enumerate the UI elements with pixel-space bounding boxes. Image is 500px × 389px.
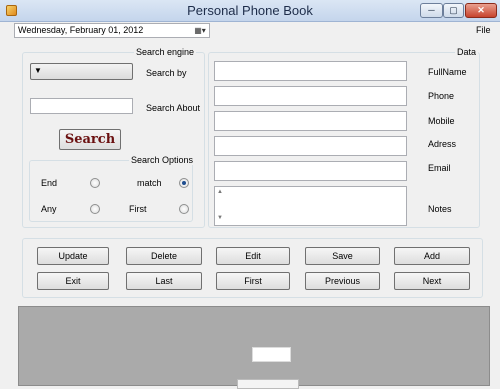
option-end-radio[interactable]	[90, 178, 100, 188]
calendar-dropdown-icon[interactable]: ▦▾	[191, 25, 209, 37]
add-button[interactable]: Add	[394, 247, 470, 265]
option-any-label: Any	[41, 204, 57, 214]
search-by-label: Search by	[146, 68, 187, 78]
next-button[interactable]: Next	[394, 272, 470, 290]
email-label: Email	[428, 163, 451, 173]
save-button[interactable]: Save	[305, 247, 380, 265]
option-first-label: First	[129, 204, 147, 214]
data-title: Data	[455, 47, 479, 57]
mobile-field[interactable]	[214, 111, 407, 131]
adress-field[interactable]	[214, 136, 407, 156]
option-any-radio[interactable]	[90, 204, 100, 214]
search-about-input[interactable]	[30, 98, 133, 114]
exit-button[interactable]: Exit	[37, 272, 109, 290]
maximize-button[interactable]: ▢	[443, 3, 464, 18]
fullname-label: FullName	[428, 67, 467, 77]
adress-label: Adress	[428, 139, 457, 149]
scroll-up-icon[interactable]: ▲	[217, 189, 223, 195]
bottom-panel	[18, 306, 490, 386]
search-button[interactable]: Search	[59, 129, 121, 150]
first-button[interactable]: First	[216, 272, 290, 290]
phone-label: Phone	[428, 91, 455, 101]
scroll-down-icon[interactable]: ▼	[217, 215, 223, 221]
option-match-label: match	[137, 178, 162, 188]
option-end-label: End	[41, 178, 58, 188]
option-first-radio[interactable]	[179, 204, 189, 214]
date-picker[interactable]: Wednesday, February 01, 2012 ▦▾	[14, 23, 210, 38]
search-engine-title: Search engine	[134, 47, 197, 57]
previous-button[interactable]: Previous	[305, 272, 380, 290]
update-button[interactable]: Update	[37, 247, 109, 265]
phone-field[interactable]	[214, 86, 407, 106]
fullname-field[interactable]	[214, 61, 407, 81]
last-button[interactable]: Last	[126, 272, 202, 290]
email-field[interactable]	[214, 161, 407, 181]
panel-box	[252, 347, 291, 362]
search-by-combo[interactable]: ▼	[30, 63, 133, 80]
edit-button[interactable]: Edit	[216, 247, 290, 265]
notes-label: Notes	[428, 204, 452, 214]
search-about-label: Search About	[146, 103, 201, 113]
option-match-radio[interactable]	[179, 178, 189, 188]
close-button[interactable]: ✕	[465, 3, 497, 18]
menu-file[interactable]: File	[476, 25, 491, 35]
dropdown-arrow-icon: ▼	[34, 66, 42, 75]
panel-button[interactable]	[237, 379, 299, 389]
date-value: Wednesday, February 01, 2012	[18, 25, 144, 35]
mobile-label: Mobile	[428, 116, 455, 126]
minimize-button[interactable]: ─	[420, 3, 443, 18]
search-options-title: Search Options	[129, 155, 196, 165]
delete-button[interactable]: Delete	[126, 247, 202, 265]
notes-textarea[interactable]	[214, 186, 407, 226]
